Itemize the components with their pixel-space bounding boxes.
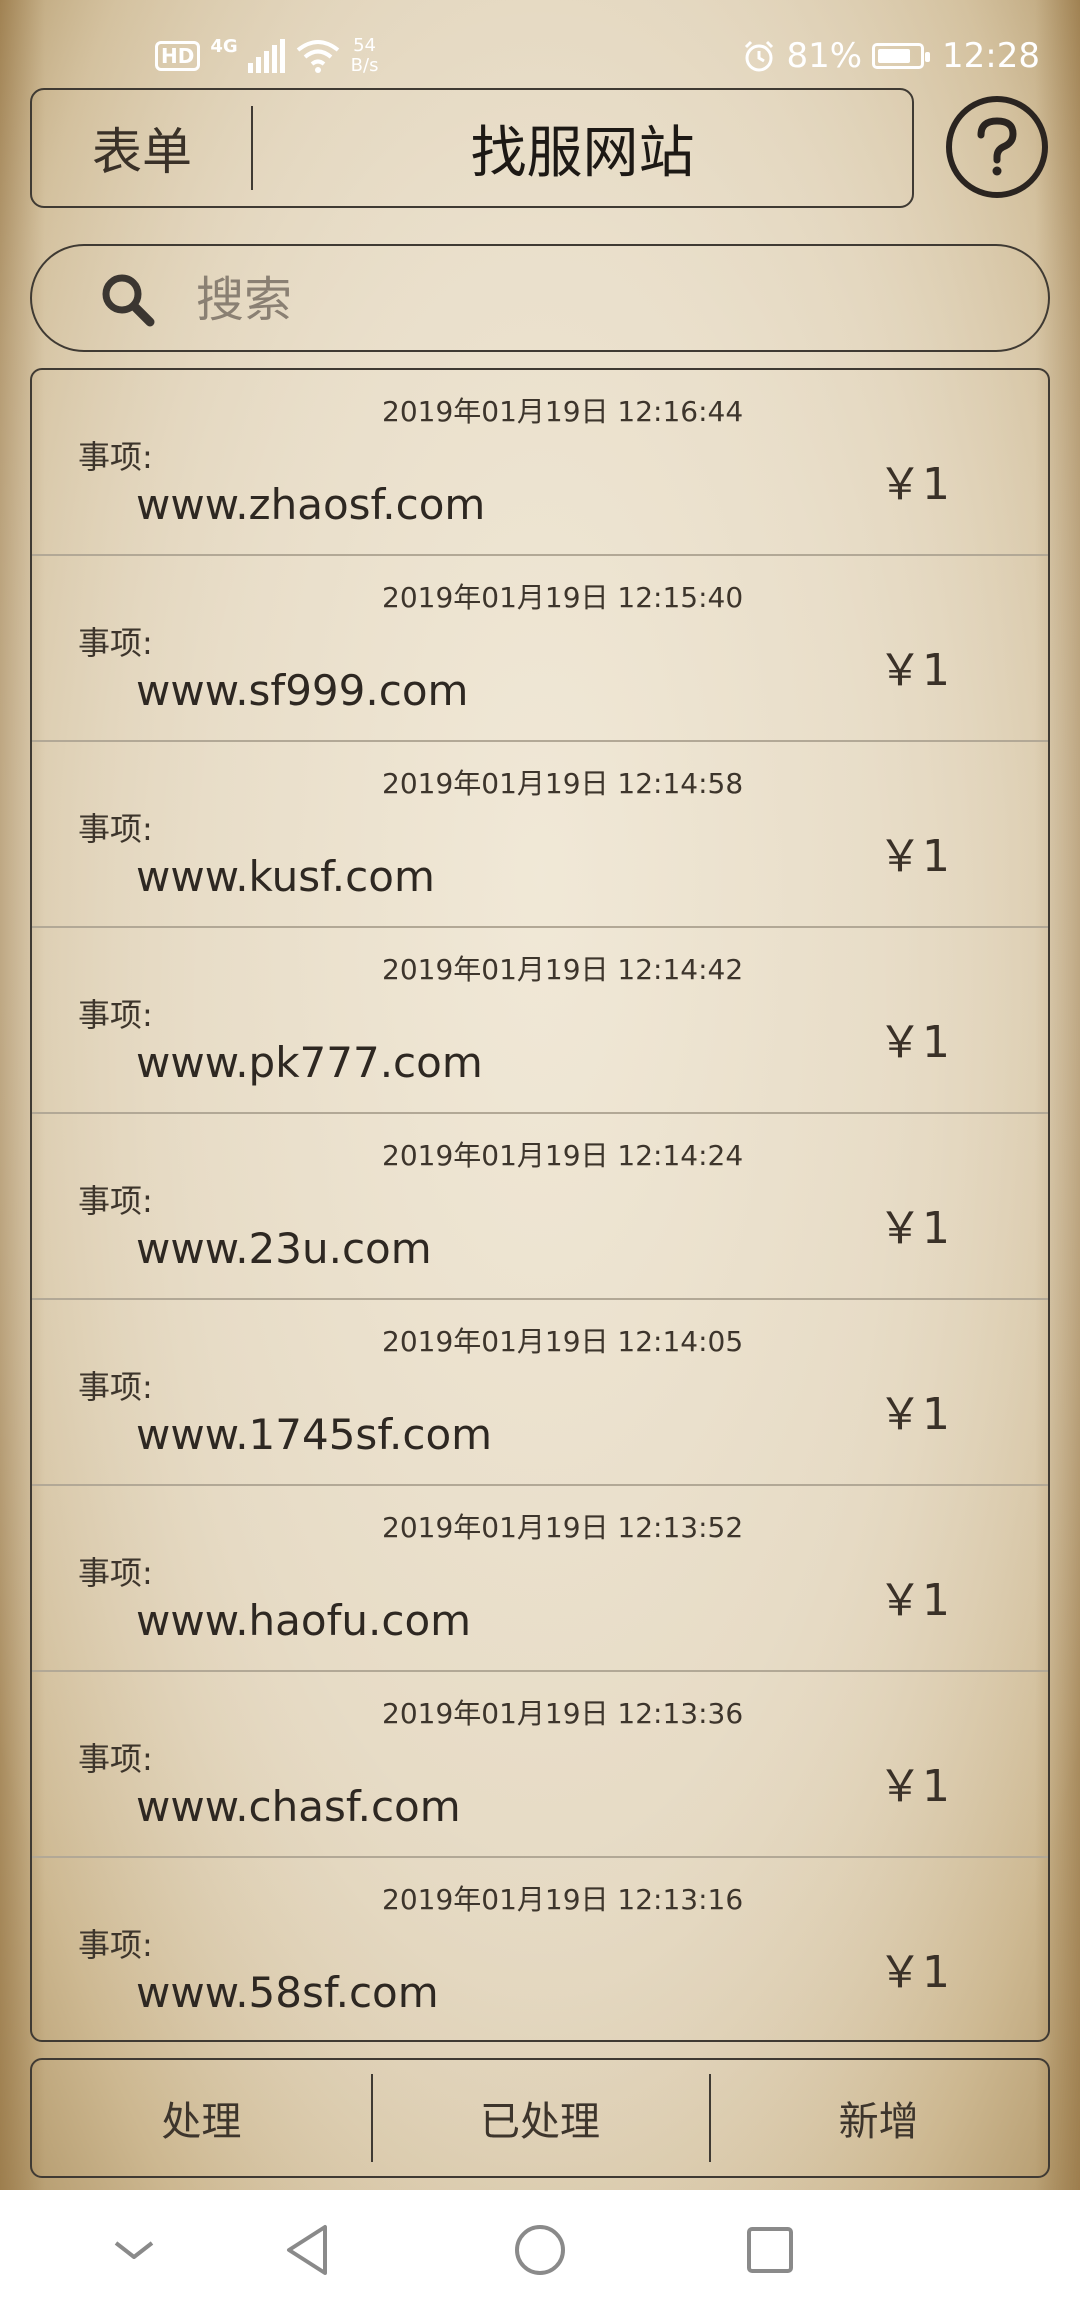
item-website: www.1745sf.com [136, 1410, 493, 1459]
signal-icon [247, 39, 285, 73]
hd-badge: HD [155, 41, 201, 71]
item-amount: ￥1 [878, 1389, 950, 1440]
item-label: 事项: [78, 810, 153, 848]
list-item[interactable]: 2019年01月19日 12:16:44 事项: www.zhaosf.com ￥1 [32, 370, 1048, 556]
nav-collapse-button[interactable] [104, 2220, 164, 2280]
clock: 12:28 [942, 36, 1040, 76]
record-list[interactable]: 2019年01月19日 12:16:44 事项: www.zhaosf.com ￥1 2… [30, 368, 1050, 2042]
item-timestamp: 2019年01月19日 12:15:40 [382, 581, 744, 614]
recents-icon [747, 2227, 793, 2273]
list-item[interactable]: 2019年01月19日 12:14:42 事项: www.pk777.com ￥1 [32, 928, 1048, 1114]
item-amount: ￥1 [878, 1947, 950, 1998]
list-item[interactable]: 2019年01月19日 12:13:52 事项: www.haofu.com ￥1 [32, 1486, 1048, 1672]
item-website: www.chasf.com [136, 1782, 461, 1831]
item-label: 事项: [78, 624, 153, 662]
home-icon [515, 2225, 565, 2275]
item-website: www.23u.com [136, 1224, 432, 1273]
search-icon [102, 274, 155, 327]
item-label: 事项: [78, 1926, 153, 1964]
item-amount: ￥1 [878, 1761, 950, 1812]
item-timestamp: 2019年01月19日 12:13:16 [382, 1883, 744, 1916]
item-website: www.zhaosf.com [136, 480, 486, 529]
back-icon [287, 2225, 327, 2275]
item-label: 事项: [78, 1740, 153, 1778]
item-label: 事项: [78, 996, 153, 1034]
net-speed-unit: B/s [350, 55, 379, 76]
question-circle-icon [977, 117, 1017, 176]
item-amount: ￥1 [878, 1575, 950, 1626]
list-item[interactable]: 2019年01月19日 12:14:05 事项: www.1745sf.com ￥1 [32, 1300, 1048, 1486]
item-label: 事项: [78, 1368, 153, 1406]
list-item[interactable]: 2019年01月19日 12:13:36 事项: www.chasf.com ￥1 [32, 1672, 1048, 1858]
item-amount: ￥1 [878, 645, 950, 696]
nav-home-button[interactable] [510, 2220, 570, 2280]
item-label: 事项: [78, 1554, 153, 1592]
item-website: www.58sf.com [136, 1968, 439, 2017]
item-label: 事项: [78, 1182, 153, 1220]
item-website: www.sf999.com [136, 666, 469, 715]
header-bar: 表单 找服网站 [30, 88, 914, 208]
form-button[interactable]: 表单 [32, 90, 252, 206]
item-timestamp: 2019年01月19日 12:14:24 [382, 1139, 744, 1172]
net-speed-value: 54 [353, 35, 376, 56]
network-type: 4G [210, 36, 238, 57]
nav-recents-button[interactable] [740, 2220, 800, 2280]
nav-back-button[interactable] [278, 2220, 338, 2280]
battery-icon [872, 43, 931, 69]
item-website: www.pk777.com [136, 1038, 483, 1087]
list-item[interactable]: 2019年01月19日 12:14:58 事项: www.kusf.com ￥1 [32, 742, 1048, 928]
net-speed: 54 B/s [351, 36, 379, 76]
item-amount: ￥1 [878, 831, 950, 882]
alarm-icon [745, 40, 774, 72]
chevron-down-icon [114, 2241, 154, 2259]
item-timestamp: 2019年01月19日 12:13:52 [382, 1511, 744, 1544]
item-timestamp: 2019年01月19日 12:14:05 [382, 1325, 744, 1358]
tab-pending[interactable]: 处理 [32, 2060, 371, 2176]
item-website: www.kusf.com [136, 852, 435, 901]
list-item[interactable]: 2019年01月19日 12:13:16 事项: www.58sf.com ￥1 [32, 1858, 1048, 2040]
search-bar[interactable] [30, 244, 1050, 352]
item-timestamp: 2019年01月19日 12:13:36 [382, 1697, 744, 1730]
bottom-tabs: 处理 已处理 新增 [30, 2058, 1050, 2178]
help-button[interactable] [946, 96, 1048, 198]
item-website: www.haofu.com [136, 1596, 472, 1645]
search-input[interactable] [194, 264, 998, 336]
page-title: 找服网站 [470, 120, 695, 186]
list-item[interactable]: 2019年01月19日 12:15:40 事项: www.sf999.com ￥1 [32, 556, 1048, 742]
battery-percent: 81% [786, 36, 863, 76]
tab-processed[interactable]: 已处理 [370, 2060, 710, 2176]
item-timestamp: 2019年01月19日 12:14:58 [382, 767, 744, 800]
item-amount: ￥1 [878, 459, 950, 510]
item-timestamp: 2019年01月19日 12:14:42 [382, 953, 744, 986]
list-item[interactable]: 2019年01月19日 12:14:24 事项: www.23u.com ￥1 [32, 1114, 1048, 1300]
status-bar: HD 4G 54 B/s 81% 12:28 [0, 0, 1080, 88]
item-amount: ￥1 [878, 1017, 950, 1068]
tab-add-new[interactable]: 新增 [709, 2060, 1048, 2176]
system-nav-bar [0, 2190, 1080, 2310]
item-timestamp: 2019年01月19日 12:16:44 [382, 395, 744, 428]
item-label: 事项: [78, 438, 153, 476]
wifi-icon [296, 40, 339, 73]
item-amount: ￥1 [878, 1203, 950, 1254]
